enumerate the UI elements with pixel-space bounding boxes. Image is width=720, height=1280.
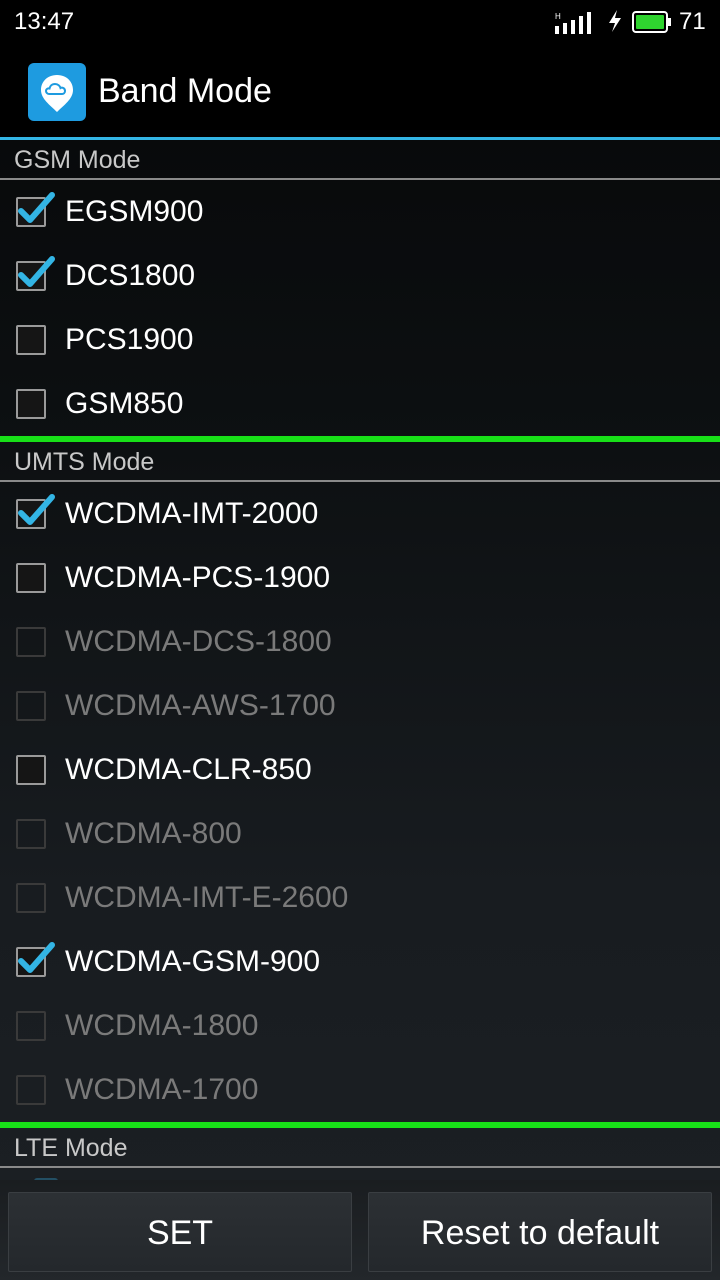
band-option-row: WCDMA-IMT-E-2600 [0,867,720,931]
cloud-location-icon[interactable] [28,63,86,121]
band-option-row[interactable]: WCDMA-PCS-1900 [0,547,720,611]
band-option-label: DCS1800 [65,259,196,292]
status-bar: 13:47 H 71 [0,0,720,44]
page-title: Band Mode [98,72,272,110]
band-option-label: WCDMA-CLR-850 [65,753,312,786]
battery-level-text: 71 [679,8,706,35]
band-option-label: WCDMA-DCS-1800 [65,625,332,658]
band-option-row: WCDMA-AWS-1700 [0,675,720,739]
section-title-gsm: GSM Mode [14,146,141,174]
checkmark-icon [18,256,55,287]
checkbox-unchecked [16,627,46,657]
band-option-label: WCDMA-1800 [65,1009,259,1042]
band-option-label: PCS1900 [65,323,194,356]
band-option-row[interactable]: EGSM900 [0,181,720,245]
band-option-row[interactable]: WCDMA-GSM-900 [0,931,720,995]
checkbox-unchecked [16,691,46,721]
charging-bolt-icon [609,10,621,32]
network-type-text: H [555,12,561,21]
signal-strength-icon: H [555,12,591,34]
band-option-label: WCDMA-AWS-1700 [65,689,336,722]
section-header-gsm: GSM Mode [0,140,720,180]
checkbox-unchecked[interactable] [16,563,46,593]
band-option-row[interactable]: WCDMA-IMT-2000 [0,483,720,547]
checkbox-unchecked[interactable] [16,389,46,419]
checkbox-checked[interactable] [16,942,55,977]
band-option-row[interactable]: GSM850 [0,373,720,437]
status-time: 13:47 [14,8,75,35]
checkbox-unchecked [16,1011,46,1041]
checkbox-unchecked [16,883,46,913]
band-option-row: WCDMA-800 [0,803,720,867]
band-option-label: WCDMA-PCS-1900 [65,561,331,594]
set-button[interactable]: SET [8,1192,352,1272]
band-option-label: WCDMA-1700 [65,1073,259,1106]
checkbox-unchecked [16,819,46,849]
checkmark-icon [18,192,55,223]
button-bar: SET Reset to default [0,1180,720,1280]
checkmark-icon [18,942,55,973]
checkbox-checked[interactable] [16,494,55,529]
band-mode-screen: 13:47 H 71 Band Mode GSM Mode EGSM900 DC… [0,0,720,1280]
band-option-label: GSM850 [65,387,184,420]
checkbox-checked[interactable] [16,256,55,291]
section-title-lte: LTE Mode [14,1134,128,1162]
reset-to-default-button[interactable]: Reset to default [368,1192,712,1272]
band-option-label: WCDMA-GSM-900 [65,945,321,978]
checkbox-checked[interactable] [16,192,55,227]
action-bar: Band Mode [0,44,720,140]
section-header-lte: LTE Mode [0,1128,720,1168]
checkbox-unchecked[interactable] [16,325,46,355]
band-option-row[interactable]: PCS1900 [0,309,720,373]
section-header-umts: UMTS Mode [0,442,720,482]
checkbox-unchecked[interactable] [16,755,46,785]
band-option-label: WCDMA-IMT-2000 [65,497,319,530]
checkbox-unchecked [16,1075,46,1105]
band-option-row[interactable]: DCS1800 [0,245,720,309]
band-option-label: WCDMA-800 [65,817,242,850]
band-option-row: WCDMA-1800 [0,995,720,1059]
band-option-row[interactable]: WCDMA-CLR-850 [0,739,720,803]
band-option-label: WCDMA-IMT-E-2600 [65,881,349,914]
checkmark-icon [18,494,55,525]
section-title-umts: UMTS Mode [14,448,155,476]
battery-icon [632,11,671,33]
band-option-label: EGSM900 [65,195,204,228]
band-option-row: WCDMA-1700 [0,1059,720,1123]
band-option-row: WCDMA-DCS-1800 [0,611,720,675]
